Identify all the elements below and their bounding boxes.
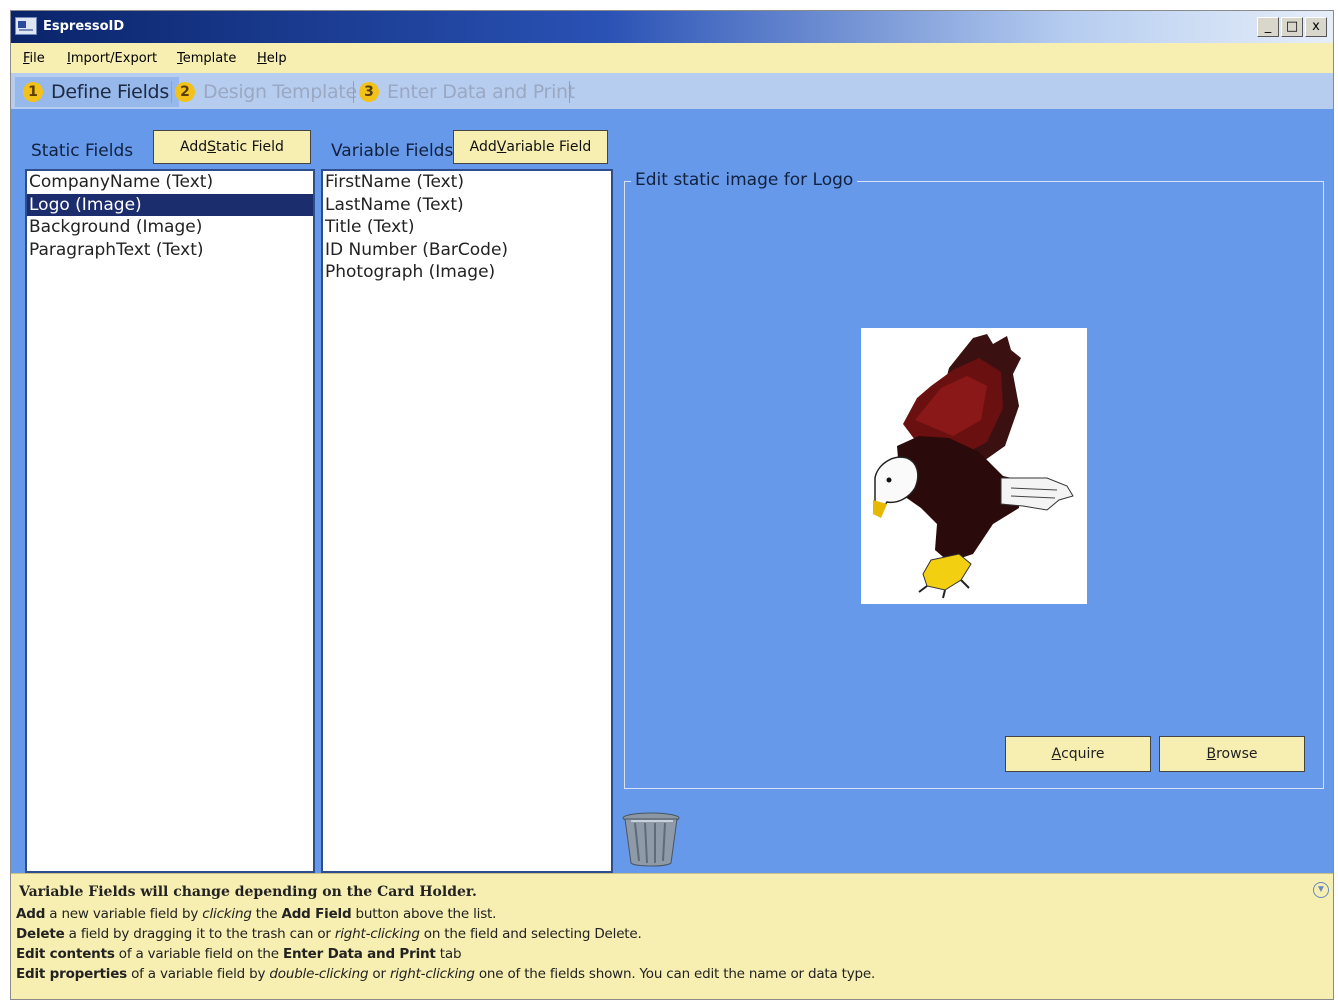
variable-fields-heading: Variable Fields	[331, 141, 454, 161]
help-heading: Variable Fields will change depending on…	[19, 884, 477, 900]
variable-field-item[interactable]: FirstName (Text)	[323, 171, 611, 194]
maximize-button[interactable]: □	[1281, 17, 1303, 37]
close-button[interactable]: x	[1305, 17, 1327, 37]
static-field-item[interactable]: ParagraphText (Text)	[27, 239, 313, 262]
menu-help[interactable]: Help	[257, 51, 287, 66]
variable-fields-list[interactable]: FirstName (Text) LastName (Text) Title (…	[321, 169, 613, 873]
step-number-badge: 3	[359, 82, 379, 102]
add-static-field-button[interactable]: Add Static Field	[153, 130, 311, 164]
editor-title: Edit static image for Logo	[631, 170, 858, 190]
title-bar[interactable]: EspressoID _ □ x	[11, 11, 1333, 43]
tab-divider	[353, 81, 354, 103]
tab-divider	[569, 81, 570, 103]
tab-define-fields[interactable]: 1 Define Fields	[15, 77, 179, 107]
step-tab-bar: 1 Define Fields 2 Design Template 3 Ente…	[11, 73, 1333, 109]
menu-file[interactable]: File	[23, 51, 45, 66]
app-window: EspressoID _ □ x File Import/Export Temp…	[10, 10, 1334, 1000]
variable-field-item[interactable]: LastName (Text)	[323, 194, 611, 217]
step-number-badge: 2	[175, 82, 195, 102]
browse-button[interactable]: Browse	[1159, 736, 1305, 772]
help-line-edit-properties: Edit properties of a variable field by d…	[16, 966, 876, 982]
menu-import-export[interactable]: Import/Export	[67, 51, 157, 66]
add-variable-field-button[interactable]: Add Variable Field	[453, 130, 608, 164]
variable-field-item[interactable]: Title (Text)	[323, 216, 611, 239]
help-panel: Variable Fields will change depending on…	[11, 873, 1333, 999]
variable-field-item[interactable]: ID Number (BarCode)	[323, 239, 611, 262]
static-field-item[interactable]: CompanyName (Text)	[27, 171, 313, 194]
eagle-logo-image	[861, 328, 1087, 604]
tab-divider	[171, 81, 172, 103]
tab-design-template[interactable]: 2 Design Template	[175, 77, 357, 107]
menu-bar: File Import/Export Template Help	[11, 43, 1333, 73]
help-line-delete: Delete a field by dragging it to the tra…	[16, 926, 642, 942]
minimize-button[interactable]: _	[1257, 17, 1279, 37]
step-number-badge: 1	[23, 82, 43, 102]
define-fields-panel: Static Fields Add Static Field CompanyNa…	[11, 109, 1333, 873]
collapse-icon[interactable]: ▼	[1313, 882, 1329, 898]
acquire-button[interactable]: Acquire	[1005, 736, 1151, 772]
static-field-item[interactable]: Logo (Image)	[27, 193, 313, 216]
menu-template[interactable]: Template	[177, 51, 236, 66]
static-fields-list[interactable]: CompanyName (Text) Logo (Image) Backgrou…	[25, 169, 315, 873]
static-image-editor: Edit static image for Logo A cquire B ro…	[624, 170, 1324, 789]
tab-enter-data-print[interactable]: 3 Enter Data and Print	[359, 77, 575, 107]
window-title: EspressoID	[43, 19, 125, 34]
help-line-add: Add a new variable field by clicking the…	[16, 906, 497, 922]
variable-field-item[interactable]: Photograph (Image)	[323, 261, 611, 284]
static-field-item[interactable]: Background (Image)	[27, 216, 313, 239]
trash-can-icon[interactable]	[621, 811, 681, 867]
app-icon	[15, 17, 37, 35]
help-line-edit-contents: Edit contents of a variable field on the…	[16, 946, 462, 962]
static-fields-heading: Static Fields	[31, 141, 134, 161]
